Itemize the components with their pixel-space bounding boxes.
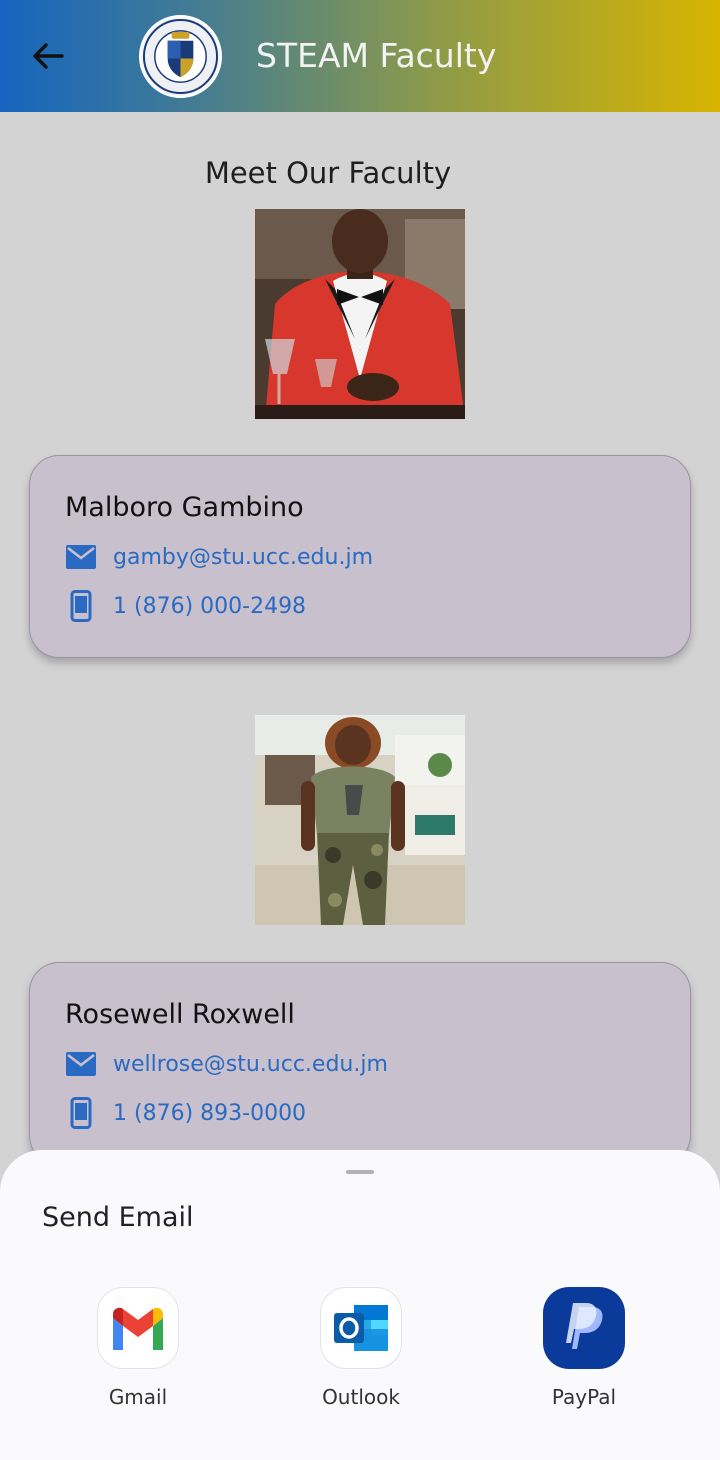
app-label: Gmail	[108, 1385, 168, 1409]
outlook-icon	[320, 1287, 402, 1369]
paypal-icon	[543, 1287, 625, 1369]
faculty-photo	[255, 715, 465, 925]
drag-handle[interactable]	[346, 1170, 374, 1174]
faculty-name: Rosewell Roxwell	[65, 999, 295, 1030]
app-option-gmail[interactable]: Gmail	[63, 1287, 213, 1417]
section-title: Meet Our Faculty	[204, 156, 452, 190]
email-link[interactable]: wellrose@stu.ucc.edu.jm	[65, 1048, 388, 1080]
email-text: gamby@stu.ucc.edu.jm	[113, 544, 373, 570]
app-label: PayPal	[551, 1385, 617, 1409]
phone-icon	[65, 590, 97, 622]
university-logo	[139, 15, 222, 98]
sheet-title: Send Email	[42, 1202, 194, 1233]
back-button[interactable]	[26, 36, 70, 76]
email-link[interactable]: gamby@stu.ucc.edu.jm	[65, 541, 373, 573]
app-title: STEAM Faculty	[256, 36, 497, 75]
app-label: Outlook	[322, 1385, 400, 1409]
arrow-back-icon	[33, 43, 64, 69]
faculty-name: Malboro Gambino	[65, 492, 304, 523]
email-icon	[65, 1048, 97, 1080]
email-text: wellrose@stu.ucc.edu.jm	[113, 1051, 388, 1077]
phone-text: 1 (876) 000-2498	[113, 593, 307, 619]
app-option-outlook[interactable]: Outlook	[286, 1287, 436, 1417]
phone-link[interactable]: 1 (876) 000-2498	[65, 590, 306, 622]
faculty-photo	[255, 209, 465, 419]
gmail-icon	[97, 1287, 179, 1369]
share-bottom-sheet: Send Email Gmail Outlook PayPal	[0, 1150, 720, 1460]
phone-icon	[65, 1097, 97, 1129]
app-option-paypal[interactable]: PayPal	[509, 1287, 659, 1417]
faculty-card: Rosewell Roxwell wellrose@stu.ucc.edu.jm…	[29, 962, 691, 1165]
app-bar: STEAM Faculty	[0, 0, 720, 112]
faculty-card: Malboro Gambino gamby@stu.ucc.edu.jm 1 (…	[29, 455, 691, 658]
phone-text: 1 (876) 893-0000	[113, 1100, 307, 1126]
phone-link[interactable]: 1 (876) 893-0000	[65, 1097, 306, 1129]
email-icon	[65, 541, 97, 573]
